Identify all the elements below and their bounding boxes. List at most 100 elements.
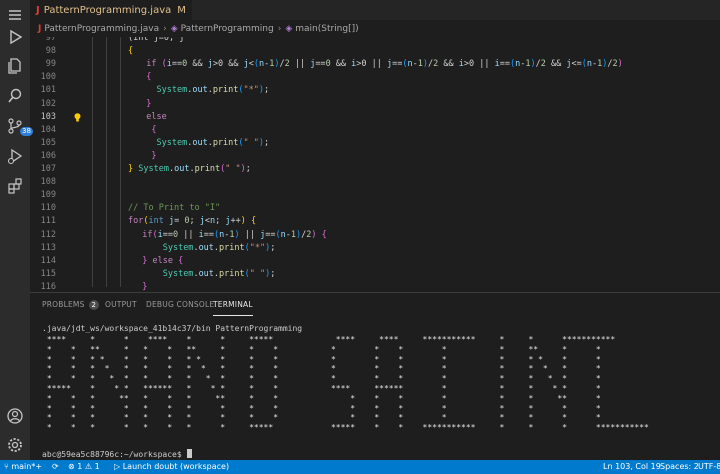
indent-guide xyxy=(120,37,121,287)
git-branch-icon: ⑂ xyxy=(4,462,9,471)
terminal-prompt[interactable]: abc@59ea5c88796c:~/workspace$ xyxy=(42,449,192,460)
breadcrumb-file[interactable]: PatternProgramming.java xyxy=(44,24,159,34)
code-line[interactable]: 103 else xyxy=(30,111,720,124)
code-line[interactable]: 101 System.out.print("*"); xyxy=(30,84,720,97)
code-line[interactable]: 113 System.out.print("*"); xyxy=(30,242,720,255)
warning-icon: ⚠ xyxy=(84,462,93,471)
code-line[interactable]: 112 if(i==0 || i==(n-1) || j==(n-1)/2) { xyxy=(30,229,720,242)
terminal-command-line: .java/jdt_ws/workspace_41b14c37/bin Patt… xyxy=(42,324,303,333)
line-number: 98 xyxy=(45,46,56,57)
code-text: System.out.print("*"); xyxy=(162,242,276,253)
code-line[interactable]: 100 { xyxy=(30,71,720,84)
cursor-position[interactable]: Ln 103, Col 19 xyxy=(603,460,661,474)
settings-gear-icon[interactable] xyxy=(5,435,25,455)
code-line[interactable]: 105 System.out.print(" "); xyxy=(30,137,720,150)
java-file-icon: J xyxy=(38,23,42,34)
account-icon[interactable] xyxy=(5,406,25,426)
sync-icon[interactable]: ⟳ xyxy=(52,460,59,474)
method-icon: ◈ xyxy=(285,23,293,34)
java-file-icon: J xyxy=(36,4,40,16)
breadcrumb-method[interactable]: main(String[]) xyxy=(295,24,358,34)
chevron-right-icon: › xyxy=(277,23,282,34)
line-number: 108 xyxy=(40,177,56,188)
code-line[interactable]: 116 } xyxy=(30,281,720,292)
play-icon: ▷ xyxy=(114,462,121,471)
indent-guide xyxy=(92,37,93,287)
line-number: 104 xyxy=(40,124,56,135)
code-line[interactable]: 99 if (i==0 && j>0 && j<(n-1)/2 || j==0 … xyxy=(30,58,720,71)
line-number: 109 xyxy=(40,190,56,201)
code-text: { xyxy=(146,72,152,83)
tab-problems[interactable]: PROBLEMS 2 xyxy=(42,293,100,317)
code-line[interactable]: 111 for(int j= 0; j<n; j++) { xyxy=(30,215,720,228)
editor-tab-patternprogramming[interactable]: J PatternProgramming.java M xyxy=(30,0,192,20)
line-number: 106 xyxy=(40,150,56,161)
modified-indicator: M xyxy=(177,4,186,16)
line-number: 102 xyxy=(40,98,56,109)
menu-icon[interactable] xyxy=(5,5,25,25)
line-number: 112 xyxy=(40,229,56,240)
breadcrumb-class[interactable]: PatternProgramming xyxy=(181,24,274,34)
extensions-icon[interactable] xyxy=(5,176,25,196)
code-line[interactable]: 106 } xyxy=(30,150,720,163)
code-line[interactable]: 109 xyxy=(30,189,720,202)
line-number: 103 xyxy=(40,111,56,122)
indent-guide xyxy=(106,37,107,287)
code-text: if(i==0 || i==(n-1) || j==(n-1)/2) { xyxy=(142,229,327,240)
code-text: else xyxy=(146,111,167,122)
tab-debug-console[interactable]: DEBUG CONSOLE xyxy=(146,293,214,317)
tab-output[interactable]: OUTPUT xyxy=(105,293,137,317)
code-text: { xyxy=(151,124,157,135)
code-text: System.out.print("*"); xyxy=(156,85,270,96)
search-icon[interactable] xyxy=(5,86,25,106)
code-editor[interactable]: 97 (int j=0; j 98 {99 if (i==0 && j>0 && j<… xyxy=(30,37,720,292)
code-line[interactable]: 107} System.out.print(" "); xyxy=(30,163,720,176)
code-line[interactable]: 102 } xyxy=(30,98,720,111)
activity-bar: 38 xyxy=(0,0,33,460)
indentation[interactable]: Spaces: 2 xyxy=(660,460,699,474)
explorer-icon[interactable] xyxy=(5,56,25,76)
line-number: 107 xyxy=(40,164,56,174)
editor-tab-bar: J PatternProgramming.java M xyxy=(30,0,720,20)
code-text: } xyxy=(142,281,148,292)
branch-indicator[interactable]: ⑂ main*+ xyxy=(4,460,42,474)
breadcrumb: J PatternProgramming.java › ◈ PatternPro… xyxy=(30,20,720,37)
encoding[interactable]: UTF-8 xyxy=(698,460,720,474)
code-text: if (i==0 && j>0 && j<(n-1)/2 || j==0 && … xyxy=(146,59,623,70)
run-debug-icon[interactable] xyxy=(5,27,25,47)
line-number: 115 xyxy=(40,268,56,279)
class-icon: ◈ xyxy=(170,23,178,34)
line-number: 114 xyxy=(40,255,56,266)
code-text: } xyxy=(146,98,152,109)
line-number: 105 xyxy=(40,137,56,148)
run-and-debug-icon[interactable] xyxy=(5,146,25,166)
tab-filename: PatternProgramming.java xyxy=(43,4,172,16)
code-text: { xyxy=(128,46,134,57)
code-line[interactable]: 115 System.out.print(" "); xyxy=(30,268,720,281)
code-text: } xyxy=(151,150,157,161)
error-icon: ⊗ xyxy=(68,462,75,471)
code-line[interactable]: 114 } else { xyxy=(30,255,720,268)
problems-indicator[interactable]: ⊗ 1 ⚠ 1 xyxy=(68,460,100,474)
code-line[interactable]: 110 // To Print to "I" xyxy=(30,202,720,215)
chevron-right-icon: › xyxy=(163,23,167,34)
source-control-icon[interactable]: 38 xyxy=(5,116,33,136)
code-line[interactable]: 108 xyxy=(30,176,720,189)
line-number: 111 xyxy=(40,216,56,227)
lightbulb-icon[interactable] xyxy=(74,112,81,122)
code-text: System.out.print(" "); xyxy=(162,268,276,279)
launch-config[interactable]: ▷ Launch doubt (workspace) xyxy=(114,460,229,474)
status-bar: ⑂ main*+ ⟳ ⊗ 1 ⚠ 1 ▷ Launch doubt (works… xyxy=(0,460,720,474)
line-number: 113 xyxy=(40,242,56,253)
code-text: (int j=0; j xyxy=(128,37,185,43)
tab-terminal[interactable]: TERMINAL xyxy=(213,293,253,316)
line-number: 100 xyxy=(40,72,56,83)
code-text: } else { xyxy=(142,255,184,266)
code-line[interactable]: 98 { xyxy=(30,45,720,58)
code-line[interactable]: 104 { xyxy=(30,124,720,137)
terminal-output: **** * * **** * * ***** **** **** ******… xyxy=(46,335,649,433)
line-number: 116 xyxy=(40,281,56,292)
code-line[interactable]: 97 (int j=0; j xyxy=(30,37,720,45)
bottom-panel: PROBLEMS 2 OUTPUT DEBUG CONSOLE TERMINAL … xyxy=(30,292,720,461)
line-number: 97 xyxy=(45,37,56,43)
